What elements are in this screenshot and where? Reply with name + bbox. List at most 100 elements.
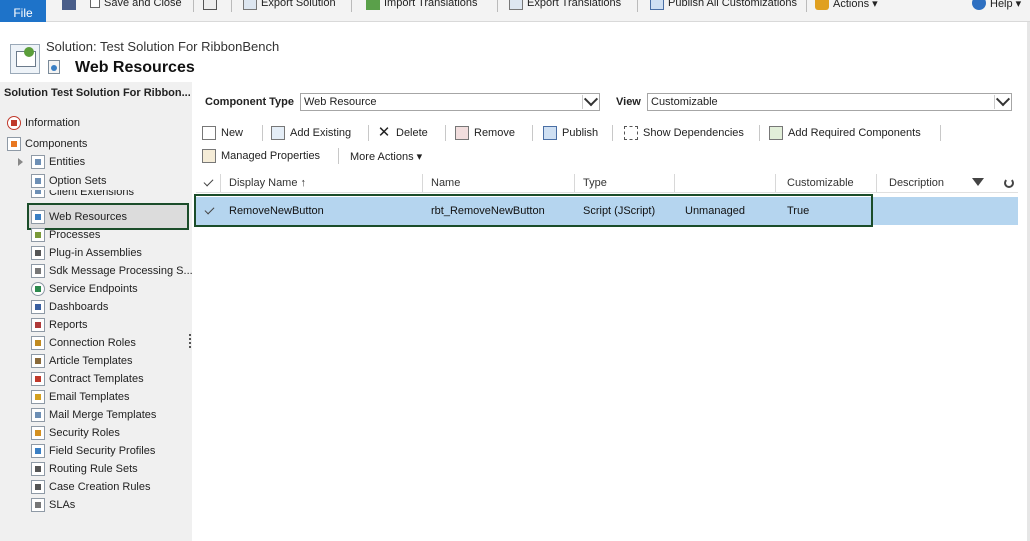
nav-item-case-creation-rules[interactable]: Case Creation Rules — [31, 478, 151, 495]
actions-button[interactable]: Actions ▾ — [815, 0, 878, 12]
ribbon: File Save and Close Export Solution Impo… — [0, 0, 1030, 22]
expand-arrow-icon[interactable] — [18, 158, 23, 166]
nav-item-mail-merge-templates[interactable]: Mail Merge Templates — [31, 406, 156, 423]
entities-icon — [31, 154, 45, 169]
save-and-close-button[interactable]: Save and Close — [62, 0, 182, 12]
solution-icon — [10, 44, 40, 74]
column-header-type[interactable]: Type — [579, 173, 607, 193]
nav-item-sdk-message-processing[interactable]: Sdk Message Processing S... — [31, 262, 193, 279]
pane-splitter[interactable] — [189, 334, 191, 350]
nav-item-dashboards[interactable]: Dashboards — [31, 298, 108, 315]
new-button[interactable]: New — [202, 124, 243, 142]
nav-item-label: Article Templates — [49, 354, 133, 367]
nav-item-reports[interactable]: Reports — [31, 316, 88, 333]
nav-item-web-resources[interactable]: Web Resources — [31, 208, 127, 225]
toolbar-separator — [532, 125, 533, 141]
help-button[interactable]: Help ▾ — [972, 0, 1021, 12]
plugin-assemblies-icon — [31, 245, 45, 260]
nav-item-components[interactable]: Components — [7, 135, 87, 152]
filter-icon[interactable] — [972, 178, 984, 186]
service-endpoints-icon — [31, 281, 45, 296]
toolbar-separator — [445, 125, 446, 141]
nav-item-contract-templates[interactable]: Contract Templates — [31, 370, 144, 387]
add-existing-button[interactable]: Add Existing — [271, 124, 351, 142]
nav-item-routing-rule-sets[interactable]: Routing Rule Sets — [31, 460, 138, 477]
publish-all-icon — [650, 0, 664, 10]
more-actions-label: More Actions ▾ — [350, 150, 423, 163]
refresh-icon[interactable] — [1004, 178, 1014, 188]
add-existing-label: Add Existing — [290, 127, 352, 139]
web-resource-icon — [48, 60, 60, 74]
nav-item-email-templates[interactable]: Email Templates — [31, 388, 130, 405]
ribbon-separator — [231, 0, 232, 12]
column-header-name[interactable]: Name — [427, 173, 460, 193]
web-resources-icon — [31, 209, 45, 224]
solution-label: Solution: Test Solution For RibbonBench — [46, 39, 280, 54]
view-select[interactable]: Customizable — [647, 93, 1012, 111]
nav-item-client-extensions[interactable]: Client Extensions — [31, 190, 134, 198]
reports-icon — [31, 317, 45, 332]
column-header-state[interactable] — [679, 173, 683, 193]
component-type-select[interactable]: Web Resource — [300, 93, 600, 111]
managed-properties-button[interactable]: Managed Properties — [202, 147, 320, 165]
export-solution-button[interactable]: Export Solution — [243, 0, 336, 12]
column-separator — [674, 174, 675, 192]
close-icon — [90, 0, 100, 8]
nav-item-service-endpoints[interactable]: Service Endpoints — [31, 280, 138, 297]
toolbar-separator — [262, 125, 263, 141]
publish-icon — [543, 126, 557, 140]
column-separator — [574, 174, 575, 192]
import-translations-label: Import Translations — [384, 0, 478, 9]
nav-item-option-sets[interactable]: Option Sets — [31, 172, 106, 189]
nav-item-label: Dashboards — [49, 300, 109, 313]
ribbon-separator — [637, 0, 638, 12]
publish-all-label: Publish All Customizations — [668, 0, 798, 9]
add-required-components-label: Add Required Components — [788, 127, 921, 139]
client-extensions-icon — [31, 190, 45, 198]
export-translations-button[interactable]: Export Translations — [509, 0, 621, 12]
publish-button[interactable]: Publish — [543, 124, 598, 142]
column-header-customizable[interactable]: Customizable — [783, 173, 854, 193]
column-header-display-name[interactable]: Display Name ↑ — [225, 173, 306, 193]
export-solution-icon — [243, 0, 257, 10]
more-actions-button[interactable]: More Actions ▾ — [350, 147, 422, 165]
nav-item-label: Information — [25, 116, 81, 129]
select-all-checkbox[interactable] — [203, 176, 214, 187]
remove-button[interactable]: Remove — [455, 124, 515, 142]
delete-button[interactable]: ✕ Delete — [377, 124, 428, 142]
component-type-label: Component Type — [205, 96, 295, 108]
export-translations-icon — [509, 0, 523, 10]
help-label: Help ▾ — [990, 0, 1022, 10]
show-dependencies-button[interactable]: Show Dependencies — [624, 124, 744, 142]
nav-item-label: Entities — [49, 155, 86, 168]
print-icon — [203, 0, 217, 10]
nav-item-slas[interactable]: SLAs — [31, 496, 75, 513]
sdk-message-icon — [31, 263, 45, 278]
nav-item-security-roles[interactable]: Security Roles — [31, 424, 120, 441]
nav-item-processes[interactable]: Processes — [31, 226, 100, 243]
add-existing-icon — [271, 126, 285, 140]
security-roles-icon — [31, 425, 45, 440]
nav-item-field-security-profiles[interactable]: Field Security Profiles — [31, 442, 155, 459]
add-required-components-button[interactable]: Add Required Components — [769, 124, 921, 142]
delete-icon: ✕ — [377, 124, 391, 141]
toolbar-separator — [940, 125, 941, 141]
import-translations-button[interactable]: Import Translations — [366, 0, 478, 12]
file-button[interactable]: File — [0, 0, 46, 22]
view-label: View — [616, 96, 641, 108]
nav-item-information[interactable]: Information — [7, 114, 80, 131]
nav-item-connection-roles[interactable]: Connection Roles — [31, 334, 136, 351]
print-button[interactable] — [203, 0, 217, 12]
information-icon — [7, 115, 21, 130]
nav-item-article-templates[interactable]: Article Templates — [31, 352, 133, 369]
column-header-description[interactable]: Description — [885, 173, 944, 193]
nav-item-label: Processes — [49, 228, 101, 241]
ribbon-separator — [351, 0, 352, 12]
chevron-down-icon — [994, 95, 1010, 109]
nav-item-plugin-assemblies[interactable]: Plug-in Assemblies — [31, 244, 142, 261]
chevron-down-icon — [582, 95, 598, 109]
column-separator — [422, 174, 423, 192]
publish-all-button[interactable]: Publish All Customizations — [650, 0, 797, 12]
components-icon — [7, 136, 21, 151]
nav-item-entities[interactable]: Entities — [31, 153, 85, 170]
